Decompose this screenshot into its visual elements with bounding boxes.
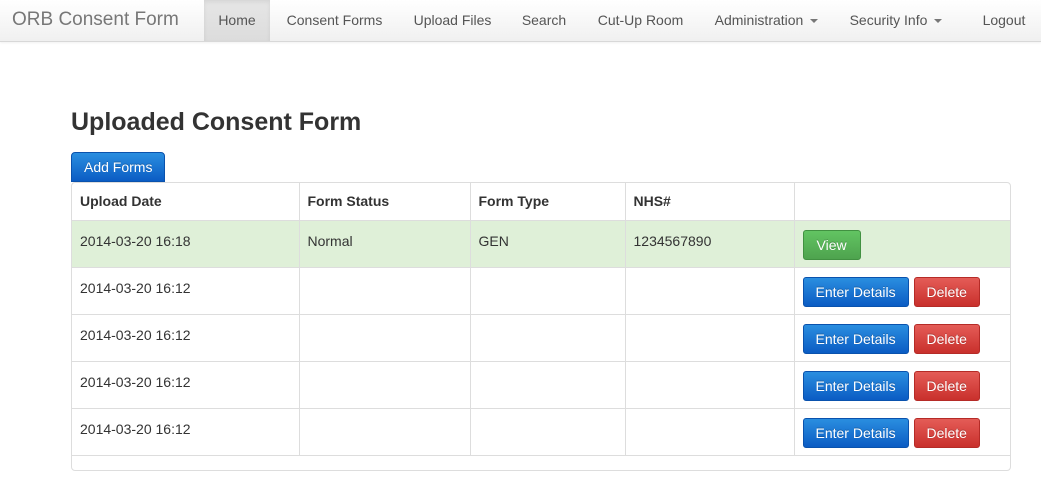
cell-nhs-number — [625, 408, 795, 456]
cell-form-type: GEN — [470, 220, 626, 268]
enter-details-label: Enter Details — [815, 331, 896, 347]
cell-nhs-number: 1234567890 — [625, 220, 795, 268]
enter-details-button[interactable]: Enter Details — [802, 371, 909, 401]
cell-form-status — [299, 314, 471, 362]
nav-upload-files[interactable]: Upload Files — [399, 0, 506, 41]
header-upload-date: Upload Date — [72, 183, 300, 221]
header-form-type: Form Type — [470, 183, 626, 221]
header-form-status: Form Status — [299, 183, 471, 221]
nav-home[interactable]: Home — [204, 0, 270, 41]
table-row: 2014-03-20 16:12 Enter Details Delete — [72, 267, 1010, 315]
view-button-label: View — [816, 237, 847, 253]
nav-administration-label: Administration — [714, 12, 804, 28]
cell-form-status — [299, 408, 471, 456]
delete-label: Delete — [926, 378, 967, 394]
add-forms-label: Add Forms — [84, 159, 153, 175]
header-nhs-number: NHS# — [625, 183, 795, 221]
nav-security-info-label: Security Info — [849, 12, 928, 28]
cell-form-type — [470, 267, 626, 315]
nav-search[interactable]: Search — [507, 0, 581, 41]
caret-down-icon — [934, 19, 943, 24]
enter-details-button[interactable]: Enter Details — [802, 418, 909, 448]
enter-details-label: Enter Details — [815, 378, 896, 394]
cell-form-status — [299, 267, 471, 315]
nav-logout[interactable]: Logout — [968, 0, 1040, 41]
enter-details-label: Enter Details — [815, 284, 896, 300]
nav-security-info-dropdown[interactable]: Security Info — [834, 0, 958, 41]
nav-home-label: Home — [218, 12, 256, 28]
cell-form-type — [470, 361, 626, 409]
view-button[interactable]: View — [802, 230, 861, 260]
cell-upload-date: 2014-03-20 16:12 — [72, 267, 300, 315]
delete-label: Delete — [926, 331, 967, 347]
uploaded-forms-table: Upload Date Form Status Form Type NHS# 2… — [71, 182, 1011, 471]
cell-actions: Enter Details Delete — [794, 314, 1010, 362]
cell-upload-date: 2014-03-20 16:12 — [72, 361, 300, 409]
cell-nhs-number — [625, 267, 795, 315]
nav-search-label: Search — [521, 12, 567, 28]
table-row: 2014-03-20 16:12 Enter Details Delete — [72, 314, 1010, 362]
cell-actions: Enter Details Delete — [794, 408, 1010, 456]
nav-logout-label: Logout — [982, 12, 1026, 28]
enter-details-button[interactable]: Enter Details — [802, 277, 909, 307]
delete-button[interactable]: Delete — [913, 277, 980, 307]
cell-actions: Enter Details Delete — [794, 267, 1010, 315]
nav-cut-up-room-label: Cut-Up Room — [597, 12, 684, 28]
cell-upload-date: 2014-03-20 16:18 — [72, 220, 300, 268]
nav-upload-files-label: Upload Files — [413, 12, 492, 28]
top-navbar: ORB Consent Form Home Consent Forms Uplo… — [0, 0, 1041, 42]
delete-label: Delete — [926, 284, 967, 300]
cell-form-type — [470, 408, 626, 456]
cell-nhs-number — [625, 314, 795, 362]
cell-actions: View — [794, 220, 1010, 268]
enter-details-label: Enter Details — [815, 425, 896, 441]
delete-button[interactable]: Delete — [913, 324, 980, 354]
brand-link[interactable]: ORB Consent Form — [12, 9, 179, 31]
cell-upload-date: 2014-03-20 16:12 — [72, 314, 300, 362]
cell-form-type — [470, 314, 626, 362]
cell-upload-date: 2014-03-20 16:12 — [72, 408, 300, 456]
table-row: 2014-03-20 16:18 Normal GEN 1234567890 V… — [72, 220, 1010, 268]
nav-consent-forms[interactable]: Consent Forms — [271, 0, 398, 41]
caret-down-icon — [810, 19, 819, 24]
cell-nhs-number — [625, 361, 795, 409]
page-title: Uploaded Consent Form — [71, 108, 362, 136]
table-row: 2014-03-20 16:12 Enter Details Delete — [72, 408, 1010, 456]
table-row: 2014-03-20 16:12 Enter Details Delete — [72, 361, 1010, 409]
delete-button[interactable]: Delete — [913, 418, 980, 448]
cell-form-status — [299, 361, 471, 409]
delete-label: Delete — [926, 425, 967, 441]
nav-cut-up-room[interactable]: Cut-Up Room — [582, 0, 699, 41]
header-actions — [794, 183, 1010, 221]
enter-details-button[interactable]: Enter Details — [802, 324, 909, 354]
add-forms-button[interactable]: Add Forms — [71, 152, 166, 182]
cell-form-status: Normal — [299, 220, 471, 268]
delete-button[interactable]: Delete — [913, 371, 980, 401]
nav-consent-forms-label: Consent Forms — [286, 12, 383, 28]
cell-actions: Enter Details Delete — [794, 361, 1010, 409]
table-header-row: Upload Date Form Status Form Type NHS# — [72, 183, 1010, 221]
nav-administration-dropdown[interactable]: Administration — [700, 0, 833, 41]
